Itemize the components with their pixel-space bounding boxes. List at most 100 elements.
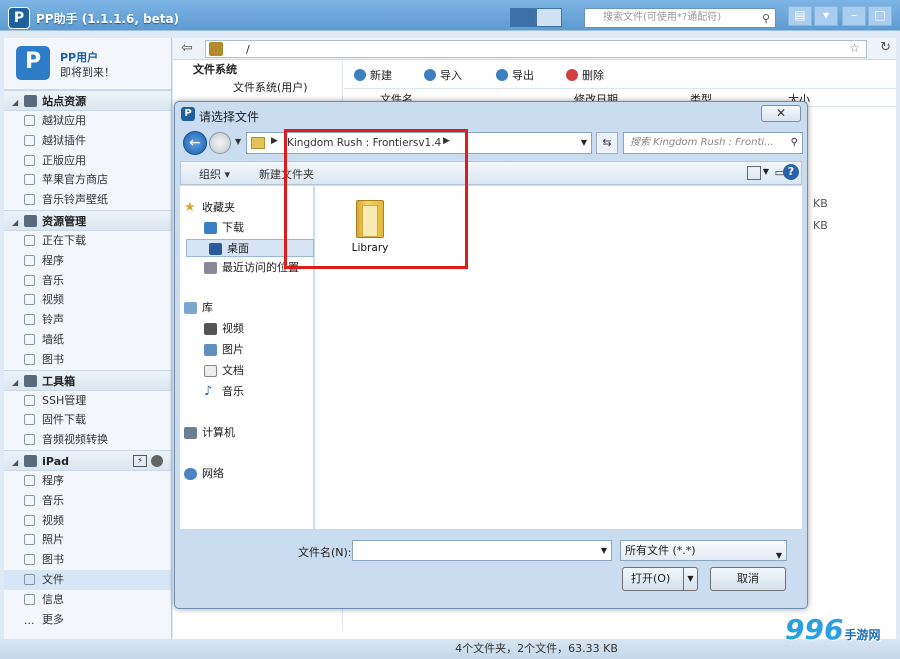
nav-documents[interactable]: 文档 bbox=[204, 362, 244, 380]
section-resource-management[interactable]: ◢ 资源管理 bbox=[4, 209, 171, 231]
chevron-down-icon[interactable]: ▼ bbox=[776, 546, 782, 565]
back-arrow-icon[interactable]: ⇦ bbox=[181, 40, 193, 56]
view-options-icon[interactable] bbox=[747, 166, 761, 180]
app-title: PP助手 (1.1.1.6, beta) bbox=[36, 12, 180, 26]
user-name[interactable]: PP用户 bbox=[60, 49, 98, 65]
history-dropdown-icon[interactable]: ▼ bbox=[235, 137, 241, 146]
delete-button[interactable]: 删除 bbox=[566, 67, 604, 83]
sidebar-item-music[interactable]: 音乐 bbox=[4, 271, 171, 291]
search-icon[interactable]: ⚲ bbox=[791, 133, 798, 153]
dialog-search-input[interactable]: 搜索 Kingdom Rush : Fronti... ⚲ bbox=[623, 132, 803, 154]
sidebar-item-ipad-books[interactable]: 图书 bbox=[4, 550, 171, 570]
feedback-icon[interactable]: ▤ bbox=[788, 6, 812, 26]
nav-label: 视频 bbox=[222, 322, 244, 335]
nav-libraries[interactable]: 库 bbox=[184, 299, 213, 317]
address-bar: ⇦ / ☆ ↻ bbox=[173, 38, 896, 60]
help-icon[interactable]: ? bbox=[783, 164, 799, 180]
sidebar-item-ipad-files[interactable]: 文件 bbox=[4, 569, 171, 590]
device-icon bbox=[209, 42, 223, 56]
sidebar-item-ringtones[interactable]: 铃声 bbox=[4, 310, 171, 330]
star-icon[interactable]: ☆ bbox=[849, 41, 860, 55]
grid-view-icon[interactable] bbox=[536, 8, 562, 27]
cancel-button[interactable]: 取消 bbox=[710, 567, 786, 591]
import-button[interactable]: 导入 bbox=[424, 67, 462, 83]
sidebar-item-converter[interactable]: 音频视频转换 bbox=[4, 430, 171, 450]
nav-videos[interactable]: 视频 bbox=[204, 320, 244, 338]
refresh-icon[interactable]: ↻ bbox=[880, 40, 891, 55]
desktop-icon bbox=[209, 243, 222, 255]
collapse-icon[interactable]: ◢ bbox=[12, 378, 18, 387]
image-icon bbox=[204, 344, 217, 356]
maximize-icon[interactable]: □ bbox=[868, 6, 892, 26]
sidebar-item-video[interactable]: 视频 bbox=[4, 290, 171, 310]
search-input[interactable]: 搜索文件(可使用*?通配符) ⚲ bbox=[584, 8, 776, 28]
sidebar-item-jailbreak-apps[interactable]: 越狱应用 bbox=[4, 111, 171, 131]
forward-arrow-icon[interactable] bbox=[209, 132, 231, 154]
search-icon[interactable]: ⚲ bbox=[762, 10, 770, 28]
list-view-icon[interactable] bbox=[510, 8, 536, 27]
chevron-right-icon[interactable]: ▶ bbox=[271, 136, 278, 146]
back-arrow-icon[interactable]: ← bbox=[183, 131, 207, 155]
open-button[interactable]: 打开(O) ▼ bbox=[622, 567, 698, 591]
filename-input[interactable]: ▼ bbox=[352, 540, 612, 561]
section-title: 工具箱 bbox=[42, 374, 76, 388]
tree-item-user-filesystem[interactable]: 文件系统(用户) bbox=[173, 79, 342, 97]
sidebar-item-firmware[interactable]: 固件下载 bbox=[4, 410, 171, 430]
menu-icon[interactable]: ▾ bbox=[814, 6, 838, 26]
new-label: 新建 bbox=[370, 69, 392, 82]
export-button[interactable]: 导出 bbox=[496, 67, 534, 83]
nav-music[interactable]: ♪ 音乐 bbox=[204, 383, 244, 401]
sidebar-item-books[interactable]: 图书 bbox=[4, 350, 171, 370]
sidebar-item-programs[interactable]: 程序 bbox=[4, 251, 171, 271]
sidebar-item-ipad-photos[interactable]: 照片 bbox=[4, 530, 171, 550]
note-icon bbox=[24, 314, 35, 326]
sidebar-item-genuine-apps[interactable]: 正版应用 bbox=[4, 151, 171, 171]
sidebar-item-label: 正版应用 bbox=[42, 153, 86, 167]
sidebar-item-ipad-more[interactable]: ··· 更多 bbox=[4, 610, 171, 630]
new-button[interactable]: 新建 bbox=[354, 67, 392, 83]
sidebar-item-label: 音乐 bbox=[42, 493, 64, 507]
nav-pictures[interactable]: 图片 bbox=[204, 341, 244, 359]
document-icon bbox=[204, 365, 217, 377]
chevron-down-icon[interactable]: ▼ bbox=[601, 546, 607, 555]
nav-label: 音乐 bbox=[222, 385, 244, 398]
address-input[interactable]: / ☆ bbox=[205, 40, 867, 58]
eject-icon[interactable] bbox=[151, 454, 163, 467]
sidebar-item-ipad-programs[interactable]: 程序 bbox=[4, 471, 171, 491]
sidebar-item-downloading[interactable]: 正在下载 bbox=[4, 231, 171, 251]
tree-item-filesystem[interactable]: 文件系统 bbox=[173, 61, 342, 79]
collapse-icon[interactable]: ◢ bbox=[12, 98, 18, 107]
sidebar-item-wallpapers[interactable]: 墙纸 bbox=[4, 330, 171, 350]
sidebar-item-jailbreak-plugins[interactable]: 越狱插件 bbox=[4, 131, 171, 151]
sidebar-item-ipad-video[interactable]: 视频 bbox=[4, 511, 171, 531]
open-dropdown-icon[interactable]: ▼ bbox=[683, 568, 697, 590]
section-site-resources[interactable]: ◢ 站点资源 bbox=[4, 90, 171, 111]
sidebar-item-ringtones-wallpapers[interactable]: 音乐铃声壁纸 bbox=[4, 190, 171, 210]
nav-downloads[interactable]: 下载 bbox=[204, 219, 244, 237]
collapse-icon[interactable]: ◢ bbox=[12, 218, 18, 227]
chevron-down-icon[interactable]: ▼ bbox=[581, 138, 587, 147]
collapse-icon[interactable]: ◢ bbox=[12, 458, 18, 467]
nav-network[interactable]: 网络 bbox=[184, 465, 224, 483]
sidebar-item-label: 苹果官方商店 bbox=[42, 173, 108, 187]
nav-computer[interactable]: 计算机 bbox=[184, 424, 235, 442]
chevron-down-icon[interactable]: ▼ bbox=[763, 167, 769, 176]
recent-places-icon bbox=[204, 262, 217, 274]
sidebar-item-ipad-messages[interactable]: 信息 bbox=[4, 590, 171, 610]
avatar[interactable]: P bbox=[16, 46, 50, 80]
sidebar-item-apple-store[interactable]: 苹果官方商店 bbox=[4, 170, 171, 190]
user-panel[interactable]: P PP用户 即将到来！ bbox=[4, 38, 171, 90]
organize-button[interactable]: 组织 ▾ bbox=[199, 166, 230, 182]
section-ipad[interactable]: ◢ iPad ⚡ bbox=[4, 449, 171, 471]
file-type-select[interactable]: 所有文件 (*.*) ▼ bbox=[620, 540, 787, 561]
monitor-icon bbox=[24, 214, 38, 227]
refresh-icon[interactable]: ⇆ bbox=[596, 132, 618, 154]
close-button[interactable]: ✕ bbox=[761, 105, 801, 122]
sidebar-item-label: 程序 bbox=[42, 253, 64, 267]
minimize-icon[interactable]: – bbox=[842, 6, 866, 26]
sidebar-item-ipad-music[interactable]: 音乐 bbox=[4, 491, 171, 511]
sidebar-item-ssh[interactable]: SSH管理 bbox=[4, 391, 171, 411]
sidebar-item-label: 视频 bbox=[42, 293, 64, 307]
nav-favorites[interactable]: ★ 收藏夹 bbox=[184, 199, 235, 217]
section-toolbox[interactable]: ◢ 工具箱 bbox=[4, 369, 171, 391]
